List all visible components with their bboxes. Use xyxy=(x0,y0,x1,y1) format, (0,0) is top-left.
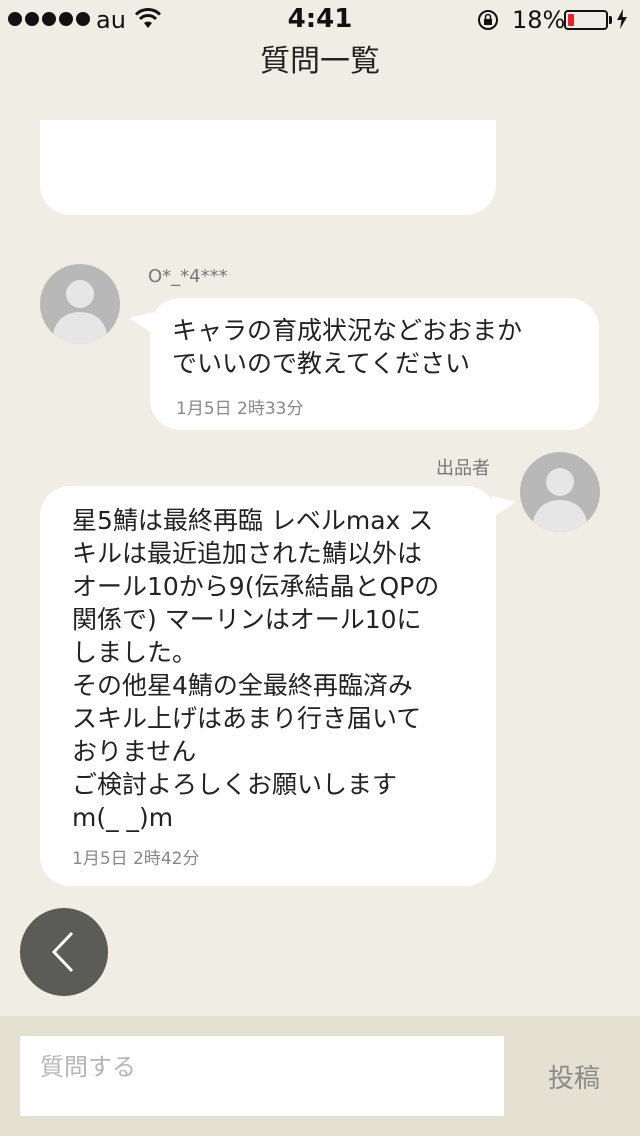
post-button[interactable]: 投稿 xyxy=(528,1056,620,1096)
user-silhouette-icon xyxy=(532,468,588,532)
composer-bar: 投稿 xyxy=(0,1016,640,1136)
message-bubble: 星5鯖は最終再臨 レベルmax ス キルは最近追加された鯖以外は オール10から… xyxy=(40,486,496,886)
sender-name: O*_*4*** xyxy=(148,266,228,287)
message-text: 星5鯖は最終再臨 レベルmax ス キルは最近追加された鯖以外は オール10から… xyxy=(72,506,440,832)
message-time: 1月5日 2時42分 xyxy=(72,849,200,869)
chevron-left-icon xyxy=(51,931,74,973)
status-bar: au 4:41 18% xyxy=(0,0,640,40)
screen: au 4:41 18% 質問一覧 O*_*4*** キャラの育成状況などおおまか… xyxy=(0,0,640,1136)
avatar[interactable] xyxy=(40,264,120,344)
message-bubble: キャラの育成状況などおおまか でいいので教えてください 1月5日 2時33分 xyxy=(150,298,599,430)
battery-icon xyxy=(564,10,608,30)
rotation-lock-icon xyxy=(478,10,498,30)
message-text: キャラの育成状況などおおまか でいいので教えてください xyxy=(172,316,523,378)
back-button[interactable] xyxy=(20,908,108,996)
battery-tip xyxy=(609,16,612,24)
avatar[interactable] xyxy=(520,452,600,532)
chat-list[interactable]: O*_*4*** キャラの育成状況などおおまか でいいので教えてください 1月5… xyxy=(0,120,640,1016)
battery-percent: 18% xyxy=(512,6,566,34)
previous-message-bubble xyxy=(40,120,496,215)
bolt-icon xyxy=(617,9,627,29)
message-time: 1月5日 2時33分 xyxy=(176,399,304,419)
page-title: 質問一覧 xyxy=(260,44,380,79)
question-input[interactable] xyxy=(20,1036,504,1116)
sender-name: 出品者 xyxy=(436,458,490,479)
user-silhouette-icon xyxy=(52,280,108,344)
